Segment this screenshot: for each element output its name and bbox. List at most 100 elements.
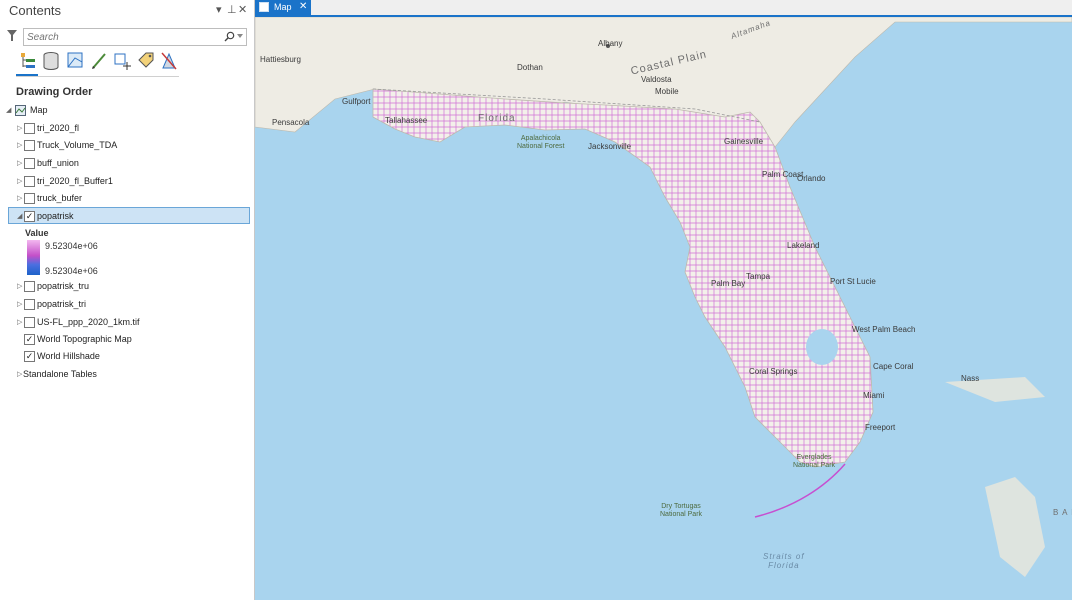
park-label: Dry Tortugas National Park bbox=[660, 503, 703, 518]
list-by-data-source-icon[interactable] bbox=[41, 50, 61, 72]
layer-visibility-checkbox[interactable] bbox=[24, 193, 35, 204]
list-by-editing-icon[interactable] bbox=[89, 50, 109, 72]
layer-name: World Hillshade bbox=[37, 351, 100, 361]
layer-visibility-checkbox[interactable] bbox=[24, 123, 35, 134]
map-label: Map bbox=[30, 105, 48, 115]
layer-row-selected[interactable]: ◢ ✓ popatrisk bbox=[8, 207, 250, 224]
city-label: Orlando bbox=[797, 174, 826, 183]
tab-map[interactable]: Map ✕ bbox=[255, 0, 311, 15]
collapse-arrow-icon[interactable]: ◢ bbox=[6, 106, 11, 114]
city-label: Tallahassee bbox=[385, 116, 428, 125]
toolbar-divider bbox=[16, 76, 179, 77]
region-label: Florida bbox=[478, 113, 516, 124]
drawing-order-heading: Drawing Order bbox=[16, 86, 93, 98]
expand-arrow-icon[interactable]: ▷ bbox=[17, 194, 22, 202]
expand-arrow-icon[interactable]: ▷ bbox=[17, 282, 22, 290]
search-options-chevron-icon[interactable] bbox=[237, 34, 243, 39]
list-by-selection-icon[interactable] bbox=[65, 50, 85, 72]
layer-visibility-checkbox[interactable]: ✓ bbox=[24, 334, 35, 345]
close-pane-icon[interactable]: ✕ bbox=[238, 3, 247, 16]
city-label: Mobile bbox=[655, 87, 679, 96]
legend-color-ramp bbox=[27, 240, 40, 275]
search-input[interactable] bbox=[27, 30, 217, 44]
city-label: Jacksonville bbox=[588, 142, 632, 151]
layer-row[interactable]: ▷ tri_2020_fl bbox=[0, 120, 254, 137]
map-icon bbox=[259, 2, 269, 12]
layer-visibility-checkbox[interactable] bbox=[24, 140, 35, 151]
layer-row[interactable]: ✓ World Topographic Map bbox=[0, 331, 254, 348]
layer-row[interactable]: ▷ buff_union bbox=[0, 155, 254, 172]
city-label: Valdosta bbox=[641, 75, 672, 84]
list-by-labeling-icon[interactable] bbox=[136, 50, 156, 72]
city-label: Palm Bay bbox=[711, 279, 746, 288]
expand-arrow-icon[interactable]: ▷ bbox=[17, 141, 22, 149]
layer-row[interactable]: ▷ popatrisk_tru bbox=[0, 278, 254, 295]
layer-name: tri_2020_fl bbox=[37, 123, 80, 133]
layer-row[interactable]: ▷ Truck_Volume_TDA bbox=[0, 137, 254, 154]
list-by-drawing-order-icon[interactable] bbox=[18, 50, 38, 72]
filter-icon[interactable] bbox=[7, 30, 17, 42]
city-label: Dothan bbox=[517, 63, 543, 72]
pane-title: Contents bbox=[9, 3, 62, 18]
city-label: Cape Coral bbox=[873, 362, 914, 371]
layer-name: popatrisk_tru bbox=[37, 281, 90, 291]
layer-row[interactable]: ▷ popatrisk_tri bbox=[0, 296, 254, 313]
city-label: Hattiesburg bbox=[260, 55, 301, 64]
map-icon bbox=[15, 105, 26, 116]
park-label: Everglades National Park bbox=[793, 454, 836, 469]
list-by-perspective-imagery-icon[interactable] bbox=[159, 50, 179, 72]
water-label: Straits of Florida bbox=[763, 552, 805, 570]
expand-arrow-icon[interactable]: ▷ bbox=[17, 318, 22, 326]
legend-high-value: 9.52304e+06 bbox=[45, 241, 98, 251]
tree-standalone-tables[interactable]: ▷ Standalone Tables bbox=[0, 366, 254, 383]
pane-options-icon[interactable]: ▾ bbox=[216, 3, 222, 16]
layer-name: buff_union bbox=[37, 158, 79, 168]
layer-visibility-checkbox[interactable] bbox=[24, 176, 35, 187]
expand-arrow-icon[interactable]: ▷ bbox=[17, 159, 22, 167]
layer-visibility-checkbox[interactable]: ✓ bbox=[24, 351, 35, 362]
city-label: Nass bbox=[961, 374, 980, 383]
search-box[interactable] bbox=[23, 28, 247, 46]
contents-pane: Contents ▾ ⊥ ✕ Search Drawing Order ◢ Ma… bbox=[0, 0, 255, 600]
close-tab-icon[interactable]: ✕ bbox=[299, 1, 307, 12]
city-label: Coral Springs bbox=[749, 367, 798, 376]
city-label: Pensacola bbox=[272, 118, 310, 127]
layer-row[interactable]: ▷ truck_bufer bbox=[0, 190, 254, 207]
city-label: West Palm Beach bbox=[852, 325, 916, 334]
city-label: Miami bbox=[863, 391, 885, 400]
view-tab-strip: Map ✕ bbox=[255, 0, 1072, 17]
search-icon[interactable] bbox=[224, 31, 235, 42]
city-label: Freeport bbox=[865, 423, 896, 432]
layer-name: US-FL_ppp_2020_1km.tif bbox=[37, 317, 140, 327]
city-label: Tampa bbox=[746, 272, 771, 281]
layer-visibility-checkbox[interactable] bbox=[24, 281, 35, 292]
region-label: B A H bbox=[1053, 508, 1072, 517]
layer-visibility-checkbox[interactable] bbox=[24, 317, 35, 328]
legend-low-value: 9.52304e+06 bbox=[45, 266, 98, 276]
city-label: Gainesville bbox=[724, 137, 764, 146]
layer-visibility-checkbox[interactable] bbox=[24, 158, 35, 169]
layer-row[interactable]: ✓ World Hillshade bbox=[0, 348, 254, 365]
list-by-snapping-icon[interactable] bbox=[112, 50, 132, 72]
lake-okeechobee bbox=[806, 329, 838, 365]
expand-arrow-icon[interactable]: ▷ bbox=[17, 370, 22, 378]
layer-visibility-checkbox[interactable] bbox=[24, 299, 35, 310]
expand-arrow-icon[interactable]: ▷ bbox=[17, 177, 22, 185]
layer-row[interactable]: ▷ US-FL_ppp_2020_1km.tif bbox=[0, 314, 254, 331]
standalone-tables-label: Standalone Tables bbox=[23, 369, 97, 379]
contents-pane-header: Contents ▾ ⊥ ✕ bbox=[0, 0, 254, 22]
city-label: Port St Lucie bbox=[830, 277, 876, 286]
grand-bahama bbox=[945, 377, 1045, 402]
bahamas-island bbox=[985, 477, 1045, 577]
layer-row[interactable]: ▷ tri_2020_fl_Buffer1 bbox=[0, 173, 254, 190]
auto-hide-pin-icon[interactable]: ⊥ bbox=[227, 3, 237, 16]
tree-map[interactable]: ◢ Map bbox=[0, 102, 254, 119]
expand-arrow-icon[interactable]: ▷ bbox=[17, 124, 22, 132]
layer-visibility-checkbox[interactable]: ✓ bbox=[24, 211, 35, 222]
city-label: Albany bbox=[598, 39, 623, 48]
expand-arrow-icon[interactable]: ▷ bbox=[17, 300, 22, 308]
legend-title: Value bbox=[25, 228, 49, 238]
map-view[interactable]: Albany Hattiesburg Dothan Valdosta Mobil… bbox=[255, 17, 1072, 600]
layer-name: World Topographic Map bbox=[37, 334, 132, 344]
collapse-arrow-icon[interactable]: ◢ bbox=[17, 212, 22, 220]
